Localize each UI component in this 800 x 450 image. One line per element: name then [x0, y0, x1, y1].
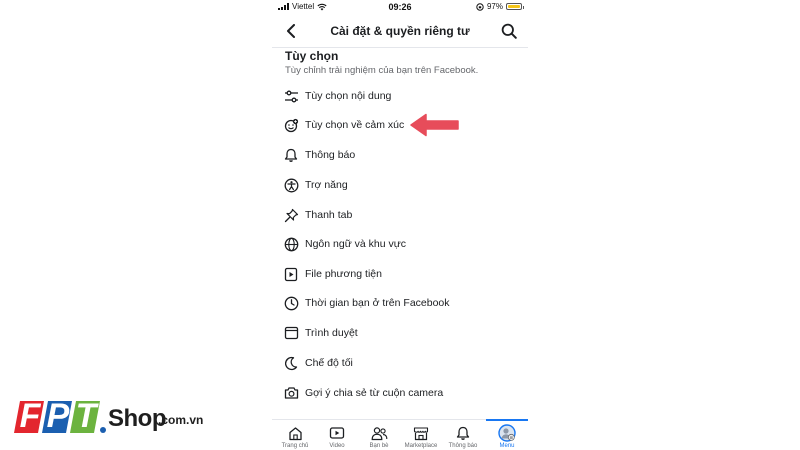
- accessibility-icon: [282, 176, 300, 194]
- menu-item-accessibility[interactable]: Trợ năng: [282, 173, 518, 197]
- logo-letter-t: T: [75, 397, 97, 435]
- battery-icon: [506, 3, 524, 10]
- reaction-icon: [282, 116, 300, 134]
- logo-letter-f: F: [19, 397, 41, 435]
- menu-item-label: Tùy chọn về cảm xúc: [305, 119, 405, 131]
- home-icon: [288, 424, 303, 442]
- marketplace-icon: [413, 424, 429, 442]
- battery-percent: 97%: [486, 2, 503, 11]
- nav-home[interactable]: Trang chủ: [274, 420, 316, 450]
- menu-item-label: Ngôn ngữ và khu vực: [305, 238, 407, 250]
- highlight-arrow: [410, 113, 459, 137]
- search-icon: [501, 23, 517, 39]
- nav-label: Marketplace: [404, 443, 438, 449]
- avatar-icon: [498, 424, 516, 442]
- menu-item-label: Trợ năng: [305, 179, 348, 191]
- nav-menu[interactable]: Menu: [486, 420, 528, 450]
- menu-item-label: File phương tiện: [305, 268, 382, 280]
- menu-item-dark-mode[interactable]: Chế độ tối: [282, 351, 518, 375]
- menu-item-label: Thời gian bạn ở trên Facebook: [305, 297, 450, 309]
- bell-icon: [456, 424, 470, 442]
- search-button[interactable]: [498, 20, 520, 42]
- nav-notifications[interactable]: Thông báo: [442, 420, 484, 450]
- fpt-shop-logo: F P T Shop .com.vn: [12, 397, 212, 437]
- menu-item-label: Chế độ tối: [305, 357, 353, 369]
- logo-domain-text: .com.vn: [158, 413, 204, 427]
- nav-friends[interactable]: Bạn bè: [358, 420, 400, 450]
- nav-marketplace[interactable]: Marketplace: [400, 420, 442, 450]
- nav-label: Video: [329, 443, 345, 449]
- menu-item-label: Thông báo: [305, 149, 356, 161]
- nav-label: Trang chủ: [281, 443, 309, 449]
- menu-item-label: Tùy chọn nội dung: [305, 90, 392, 102]
- camera-icon: [282, 384, 300, 402]
- status-bar: Viettel 09:26 97%: [272, 0, 528, 14]
- menu-item-browser[interactable]: Trình duyệt: [282, 321, 518, 345]
- menu-item-label: Trình duyệt: [305, 327, 358, 339]
- menu-item-notifications[interactable]: Thông báo: [282, 143, 518, 167]
- bottom-navigation: Trang chủ Video Bạn bè Marketplace Thông…: [272, 419, 528, 450]
- page-title: Cài đặt & quyền riêng tư: [330, 24, 470, 38]
- browser-icon: [282, 324, 300, 342]
- friends-icon: [371, 424, 388, 442]
- menu-item-time-on-facebook[interactable]: Thời gian bạn ở trên Facebook: [282, 291, 518, 315]
- nav-label: Bạn bè: [369, 443, 389, 449]
- clock-icon: [282, 294, 300, 312]
- menu-item-reaction-preferences[interactable]: Tùy chọn về cảm xúc: [282, 113, 518, 137]
- nav-video[interactable]: Video: [316, 420, 358, 450]
- menu-item-media-files[interactable]: File phương tiện: [282, 262, 518, 286]
- nav-label: Menu: [499, 443, 515, 449]
- video-icon: [329, 424, 345, 442]
- menu-item-label: Gợi ý chia sẻ từ cuộn camera: [305, 387, 444, 399]
- header-divider: [272, 47, 528, 48]
- phone-screen: Viettel 09:26 97% Cài đặt & quyền riêng …: [272, 0, 528, 450]
- pin-icon: [282, 206, 300, 224]
- menu-item-tab-bar[interactable]: Thanh tab: [282, 203, 518, 227]
- moon-icon: [282, 354, 300, 372]
- nav-label: Thông báo: [448, 443, 478, 449]
- media-file-icon: [282, 265, 300, 283]
- lock-rotation-icon: [476, 2, 484, 11]
- menu-item-language-region[interactable]: Ngôn ngữ và khu vực: [282, 232, 518, 256]
- bell-icon: [282, 146, 300, 164]
- logo-letter-p: P: [46, 397, 70, 435]
- menu-item-content-preferences[interactable]: Tùy chọn nội dung: [282, 84, 518, 108]
- menu-item-camera-roll-suggestions[interactable]: Gợi ý chia sẻ từ cuộn camera: [282, 381, 518, 405]
- section-subtitle: Tùy chỉnh trải nghiệm của bạn trên Faceb…: [285, 65, 479, 76]
- menu-item-label: Thanh tab: [305, 209, 353, 221]
- globe-icon: [282, 235, 300, 253]
- section-title: Tùy chọn: [285, 49, 339, 63]
- page-header: Cài đặt & quyền riêng tư: [272, 16, 528, 46]
- sliders-icon: [282, 87, 300, 105]
